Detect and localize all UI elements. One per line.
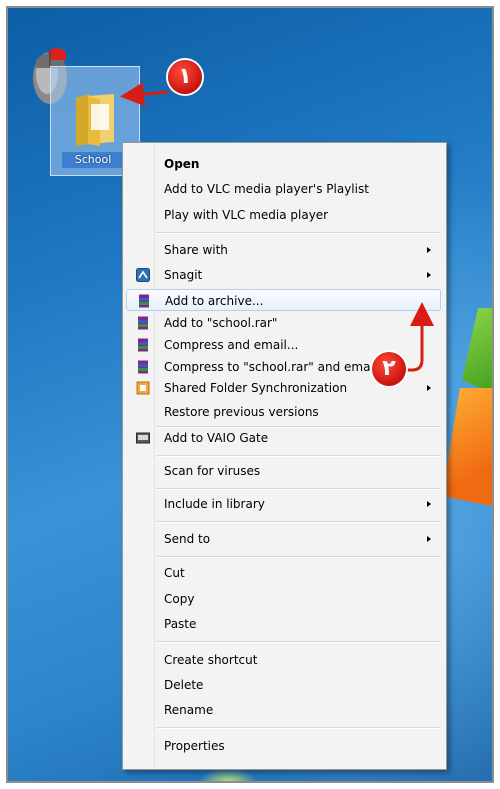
menu-separator <box>157 556 441 558</box>
menu-item-add-to-vlc-playlist[interactable]: Add to VLC media player's Playlist <box>126 178 441 200</box>
menu-item-label: Paste <box>164 617 197 631</box>
menu-separator <box>157 727 441 729</box>
menu-item-rename[interactable]: Rename <box>126 699 441 721</box>
submenu-arrow-icon <box>427 501 431 507</box>
step-2-badge: ٢ <box>372 352 406 386</box>
menu-separator <box>157 488 441 490</box>
submenu-arrow-icon <box>427 385 431 391</box>
menu-item-label: Delete <box>164 678 204 692</box>
menu-separator <box>157 641 441 643</box>
submenu-arrow-icon <box>427 247 431 253</box>
menu-item-share-with[interactable]: Share with <box>126 239 441 261</box>
menu-item-add-to-vaio-gate[interactable]: Add to VAIO Gate <box>126 427 441 449</box>
menu-item-label: Include in library <box>164 497 265 511</box>
menu-item-label: Properties <box>164 739 225 753</box>
menu-item-label: Send to <box>164 532 211 546</box>
menu-item-label: Restore previous versions <box>164 405 319 419</box>
folder-label[interactable]: School <box>62 152 124 168</box>
winrar-icon <box>139 294 149 308</box>
menu-item-label: Add to VLC media player's Playlist <box>164 182 369 196</box>
menu-item-snagit[interactable]: Snagit <box>126 264 441 286</box>
menu-item-label: Compress to "school.rar" and ema <box>164 360 371 374</box>
menu-item-include-in-library[interactable]: Include in library <box>126 493 441 515</box>
menu-item-scan-for-viruses[interactable]: Scan for viruses <box>126 460 441 482</box>
submenu-arrow-icon <box>427 272 431 278</box>
menu-item-label: Rename <box>164 703 214 717</box>
menu-item-label: Scan for viruses <box>164 464 261 478</box>
menu-item-label: Share with <box>164 243 228 257</box>
menu-item-label: Add to archive... <box>165 294 264 308</box>
menu-item-paste[interactable]: Paste <box>126 613 441 635</box>
winrar-icon <box>138 360 148 374</box>
menu-item-restore-previous-versions[interactable]: Restore previous versions <box>126 401 441 423</box>
menu-item-delete[interactable]: Delete <box>126 674 441 696</box>
folder-icon[interactable] <box>70 90 118 148</box>
menu-separator <box>157 232 441 234</box>
menu-item-add-to-archive[interactable]: Add to archive... <box>126 289 441 311</box>
snagit-icon <box>136 268 150 282</box>
vaio-gate-icon <box>136 432 150 444</box>
winrar-icon <box>138 316 148 330</box>
menu-separator <box>157 455 441 457</box>
menu-item-label: Create shortcut <box>164 653 258 667</box>
menu-item-add-to-school-rar[interactable]: Add to "school.rar" <box>126 312 441 334</box>
context-menu: Open Add to VLC media player's Playlist … <box>122 142 447 770</box>
menu-item-properties[interactable]: Properties <box>126 735 441 757</box>
menu-item-cut[interactable]: Cut <box>126 562 441 584</box>
menu-item-copy[interactable]: Copy <box>126 588 441 610</box>
menu-item-label: Copy <box>164 592 195 606</box>
winrar-icon <box>138 338 148 352</box>
sync-icon <box>136 381 150 395</box>
menu-item-label: Open <box>164 157 200 171</box>
menu-item-label: Snagit <box>164 268 203 282</box>
submenu-arrow-icon <box>427 536 431 542</box>
menu-item-create-shortcut[interactable]: Create shortcut <box>126 649 441 671</box>
menu-item-open[interactable]: Open <box>126 153 441 175</box>
menu-item-label: Cut <box>164 566 185 580</box>
menu-item-label: Compress and email... <box>164 338 299 352</box>
step-1-badge: ١ <box>168 60 202 94</box>
menu-item-label: Add to "school.rar" <box>164 316 278 330</box>
menu-item-play-with-vlc[interactable]: Play with VLC media player <box>126 204 441 226</box>
menu-item-label: Play with VLC media player <box>164 208 329 222</box>
menu-item-label: Add to VAIO Gate <box>164 431 269 445</box>
menu-item-send-to[interactable]: Send to <box>126 528 441 550</box>
menu-separator <box>157 521 441 523</box>
menu-item-label: Shared Folder Synchronization <box>164 381 348 395</box>
